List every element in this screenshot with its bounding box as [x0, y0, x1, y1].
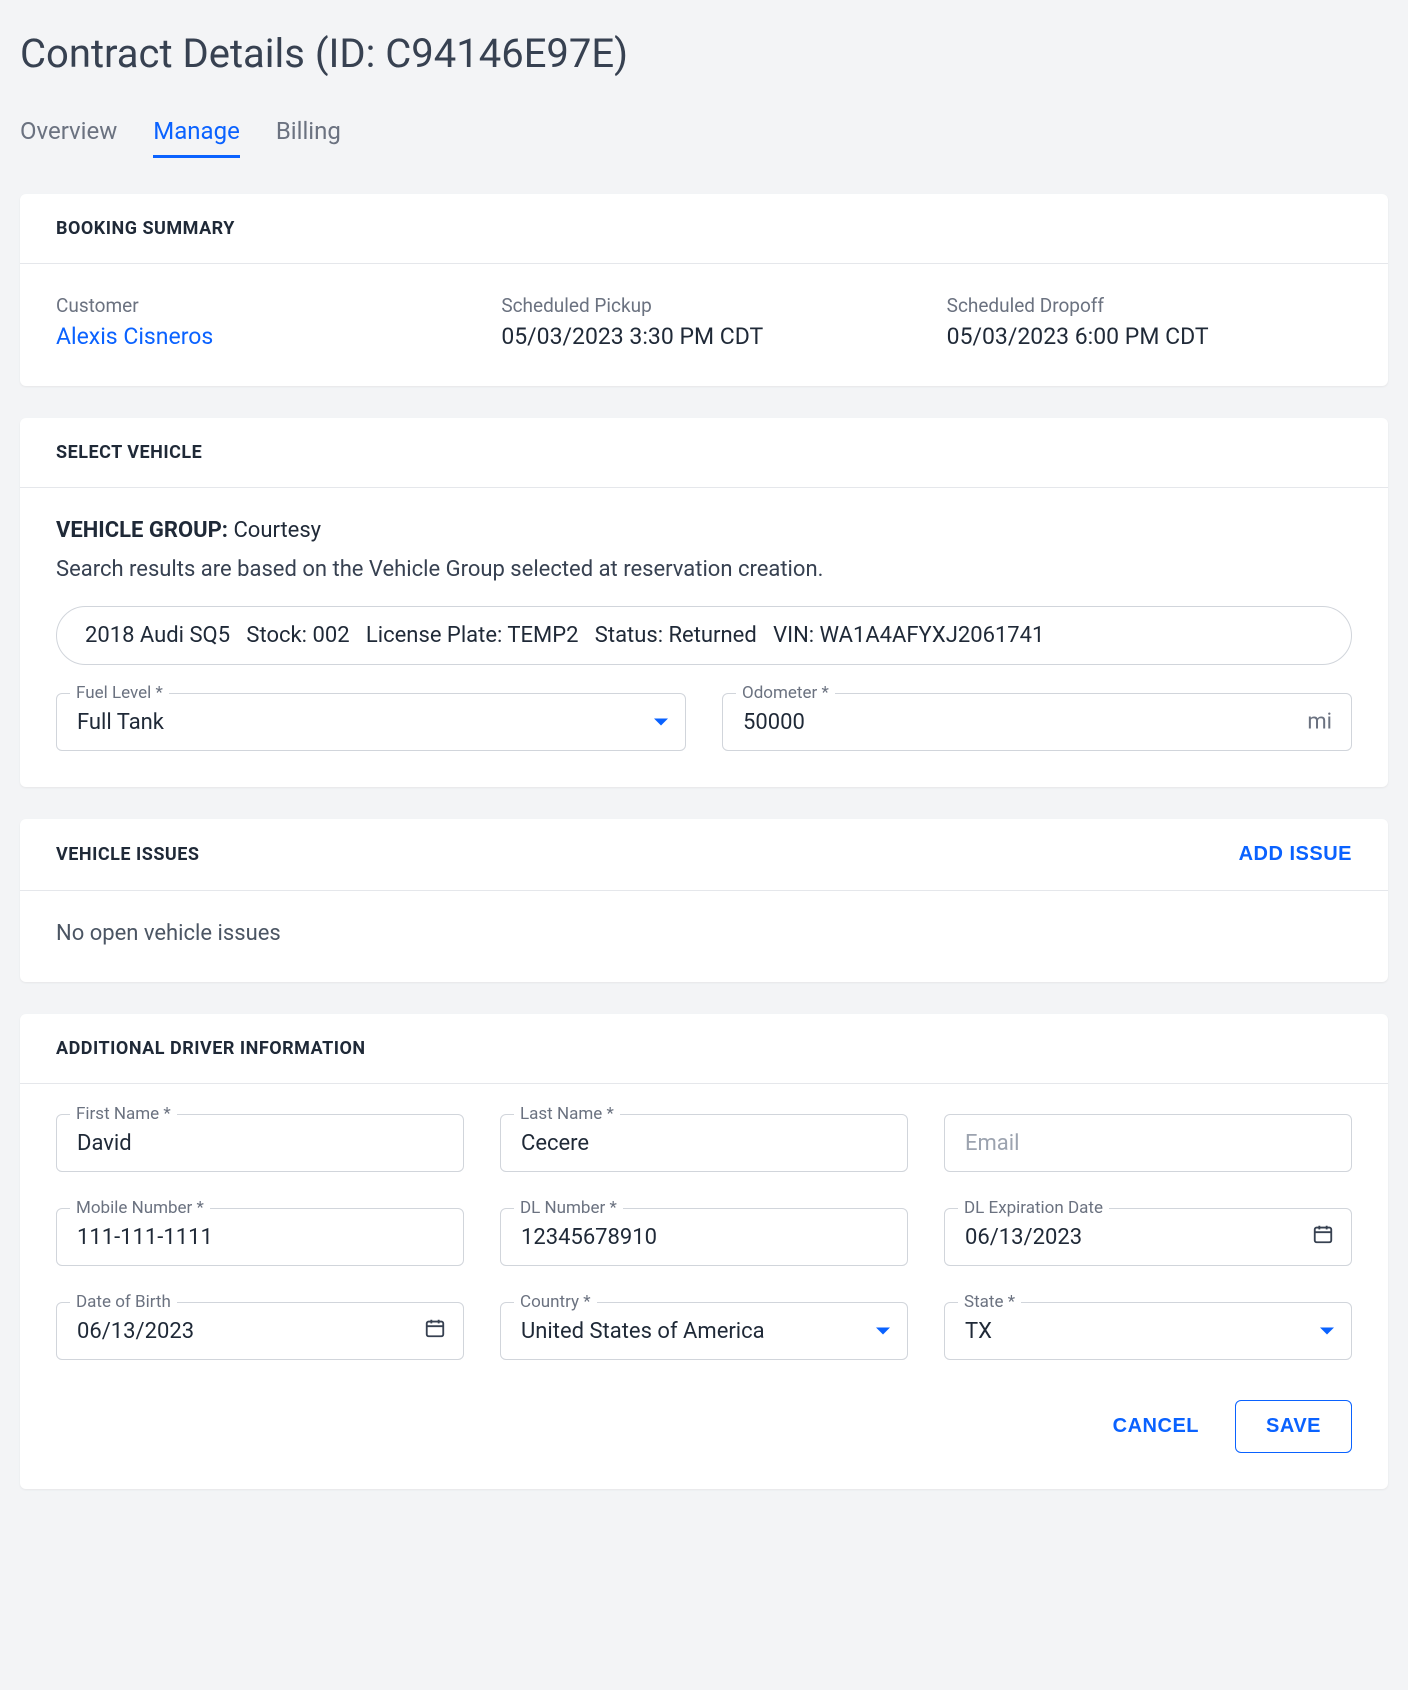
driver-info-header: ADDITIONAL DRIVER INFORMATION: [20, 1014, 1388, 1084]
country-label: Country *: [514, 1292, 597, 1312]
cancel-button[interactable]: CANCEL: [1105, 1401, 1207, 1452]
first-name-field: First Name *: [56, 1114, 464, 1172]
booking-summary-card: BOOKING SUMMARY Customer Alexis Cisneros…: [20, 194, 1388, 386]
dl-expiration-field: DL Expiration Date: [944, 1208, 1352, 1266]
select-vehicle-card: SELECT VEHICLE VEHICLE GROUP: Courtesy S…: [20, 418, 1388, 787]
state-value: TX: [965, 1319, 992, 1344]
vehicle-issues-card: VEHICLE ISSUES ADD ISSUE No open vehicle…: [20, 819, 1388, 982]
add-issue-button[interactable]: ADD ISSUE: [1239, 843, 1352, 866]
mobile-number-label: Mobile Number *: [70, 1198, 210, 1218]
fuel-level-field: Fuel Level * Full Tank: [56, 693, 686, 751]
odometer-field: Odometer * mi: [722, 693, 1352, 751]
mobile-number-field: Mobile Number *: [56, 1208, 464, 1266]
dl-number-label: DL Number *: [514, 1198, 623, 1218]
vehicle-issues-title: VEHICLE ISSUES: [56, 844, 199, 865]
booking-summary-title: BOOKING SUMMARY: [56, 218, 235, 239]
vehicle-group-value: Courtesy: [233, 518, 321, 543]
country-field: Country * United States of America: [500, 1302, 908, 1360]
odometer-label: Odometer *: [736, 683, 835, 703]
dob-field: Date of Birth: [56, 1302, 464, 1360]
vehicle-issues-header: VEHICLE ISSUES ADD ISSUE: [20, 819, 1388, 891]
dropoff-block: Scheduled Dropoff 05/03/2023 6:00 PM CDT: [947, 294, 1352, 350]
dropoff-value: 05/03/2023 6:00 PM CDT: [947, 323, 1352, 350]
dob-label: Date of Birth: [70, 1292, 177, 1312]
booking-summary-header: BOOKING SUMMARY: [20, 194, 1388, 264]
page-title: Contract Details (ID: C94146E97E): [20, 30, 1388, 77]
dropoff-label: Scheduled Dropoff: [947, 294, 1352, 317]
select-vehicle-title: SELECT VEHICLE: [56, 442, 202, 463]
customer-block: Customer Alexis Cisneros: [56, 294, 461, 350]
country-value: United States of America: [521, 1319, 765, 1344]
select-vehicle-header: SELECT VEHICLE: [20, 418, 1388, 488]
last-name-field: Last Name *: [500, 1114, 908, 1172]
tab-overview[interactable]: Overview: [20, 117, 117, 158]
vehicle-selected-pill[interactable]: 2018 Audi SQ5 Stock: 002 License Plate: …: [56, 606, 1352, 665]
tabs: Overview Manage Billing: [20, 117, 1388, 158]
no-issues-text: No open vehicle issues: [56, 921, 1352, 946]
dl-expiration-label: DL Expiration Date: [958, 1198, 1109, 1218]
driver-actions: CANCEL SAVE: [56, 1400, 1352, 1453]
state-label: State *: [958, 1292, 1021, 1312]
customer-label: Customer: [56, 294, 461, 317]
vehicle-group-line: VEHICLE GROUP: Courtesy: [56, 518, 1352, 543]
vehicle-group-label: VEHICLE GROUP:: [56, 518, 228, 543]
save-button[interactable]: SAVE: [1235, 1400, 1352, 1453]
tab-manage[interactable]: Manage: [153, 117, 240, 158]
email-field: [944, 1114, 1352, 1172]
state-field: State * TX: [944, 1302, 1352, 1360]
fuel-level-value: Full Tank: [77, 710, 164, 735]
driver-info-title: ADDITIONAL DRIVER INFORMATION: [56, 1038, 366, 1059]
driver-info-card: ADDITIONAL DRIVER INFORMATION First Name…: [20, 1014, 1388, 1489]
tab-billing[interactable]: Billing: [276, 117, 341, 158]
dl-number-field: DL Number *: [500, 1208, 908, 1266]
first-name-label: First Name *: [70, 1104, 177, 1124]
pickup-label: Scheduled Pickup: [501, 294, 906, 317]
fuel-level-label: Fuel Level *: [70, 683, 169, 703]
pickup-block: Scheduled Pickup 05/03/2023 3:30 PM CDT: [501, 294, 906, 350]
email-input[interactable]: [944, 1114, 1352, 1172]
pickup-value: 05/03/2023 3:30 PM CDT: [501, 323, 906, 350]
customer-link[interactable]: Alexis Cisneros: [56, 323, 461, 350]
vehicle-search-note: Search results are based on the Vehicle …: [56, 557, 1352, 582]
last-name-label: Last Name *: [514, 1104, 620, 1124]
